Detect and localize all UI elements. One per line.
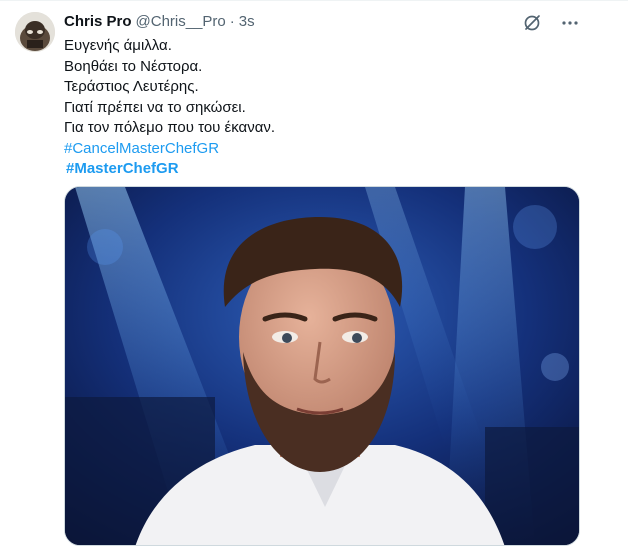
tweet-line: Τεράστιος Λευτέρης. xyxy=(64,78,199,95)
media-photo xyxy=(65,187,579,545)
tweet-media-image[interactable] xyxy=(64,186,580,546)
grok-slash-icon[interactable] xyxy=(522,13,542,33)
hashtag-link[interactable]: #MasterChefGR xyxy=(64,159,584,180)
tweet-actions xyxy=(522,13,580,33)
avatar[interactable] xyxy=(15,12,55,52)
hashtag-link[interactable]: #CancelMasterChefGR xyxy=(64,139,584,160)
tweet-line: Γιατί πρέπει να το σηκώσει. xyxy=(64,98,246,116)
tweet-card[interactable]: Chris Pro @Chris__Pro · 3s Ευγενής άμιλλ… xyxy=(0,0,628,546)
tweet-line: Για τον πόλεμο που του έκαναν. xyxy=(64,119,276,136)
tweet-text: Ευγενής άμιλλα. Βοηθάει το Νέστορα. Τερά… xyxy=(64,36,584,180)
user-handle[interactable]: @Chris__Pro xyxy=(136,12,226,32)
tweet-header: Chris Pro @Chris__Pro · 3s xyxy=(64,12,255,32)
tweet-line: Βοηθάει το Νέστορα. xyxy=(64,57,203,75)
more-dots-icon[interactable] xyxy=(560,13,580,33)
display-name[interactable]: Chris Pro xyxy=(64,12,132,32)
timestamp[interactable]: 3s xyxy=(239,12,255,32)
separator-dot: · xyxy=(229,13,235,30)
tweet-line: Ευγενής άμιλλα. xyxy=(64,37,172,54)
avatar-image xyxy=(15,12,55,52)
